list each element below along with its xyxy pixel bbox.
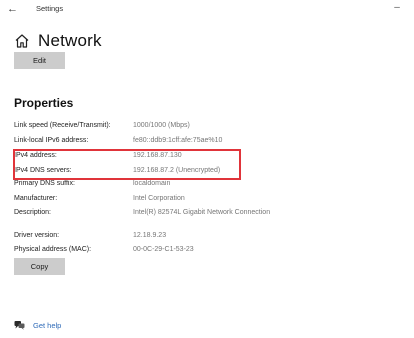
property-value[interactable]: localdomain [133,179,273,189]
page-header: Network [14,30,102,52]
property-value[interactable]: 00-0C-29-C1-53-23 [133,245,273,255]
home-icon [15,34,29,48]
page-title: Network [38,31,102,50]
back-button[interactable]: ← [7,2,21,16]
property-label: Link speed (Receive/Transmit): [14,122,111,129]
edit-button[interactable]: Edit [14,52,65,69]
minimize-button[interactable]: – [390,1,404,15]
copy-button[interactable]: Copy [14,258,65,275]
property-value[interactable]: fe80::ddb9:1cff:afe:75ae%10 [133,136,273,146]
property-value[interactable]: 12.18.9.23 [133,231,273,241]
get-help-link[interactable]: Get help [14,320,61,330]
property-label: Physical address (MAC): [14,246,92,253]
property-value[interactable]: Intel(R) 82574L Gigabit Network Connecti… [133,208,273,218]
property-label: Primary DNS suffix: [14,180,75,187]
property-label: Description: [14,209,51,216]
app-title: Settings [36,4,64,13]
property-value[interactable]: Intel Corporation [133,194,273,204]
property-label: Link-local IPv6 address: [14,137,89,144]
get-help-label[interactable]: Get help [33,321,61,330]
properties-heading: Properties [14,96,74,110]
property-label: Manufacturer: [14,195,58,202]
help-icon [14,321,25,330]
highlight-box [13,149,241,180]
property-label: Driver version: [14,232,60,239]
property-value[interactable]: 1000/1000 (Mbps) [133,121,273,131]
title-bar: ← Settings – [0,0,414,20]
